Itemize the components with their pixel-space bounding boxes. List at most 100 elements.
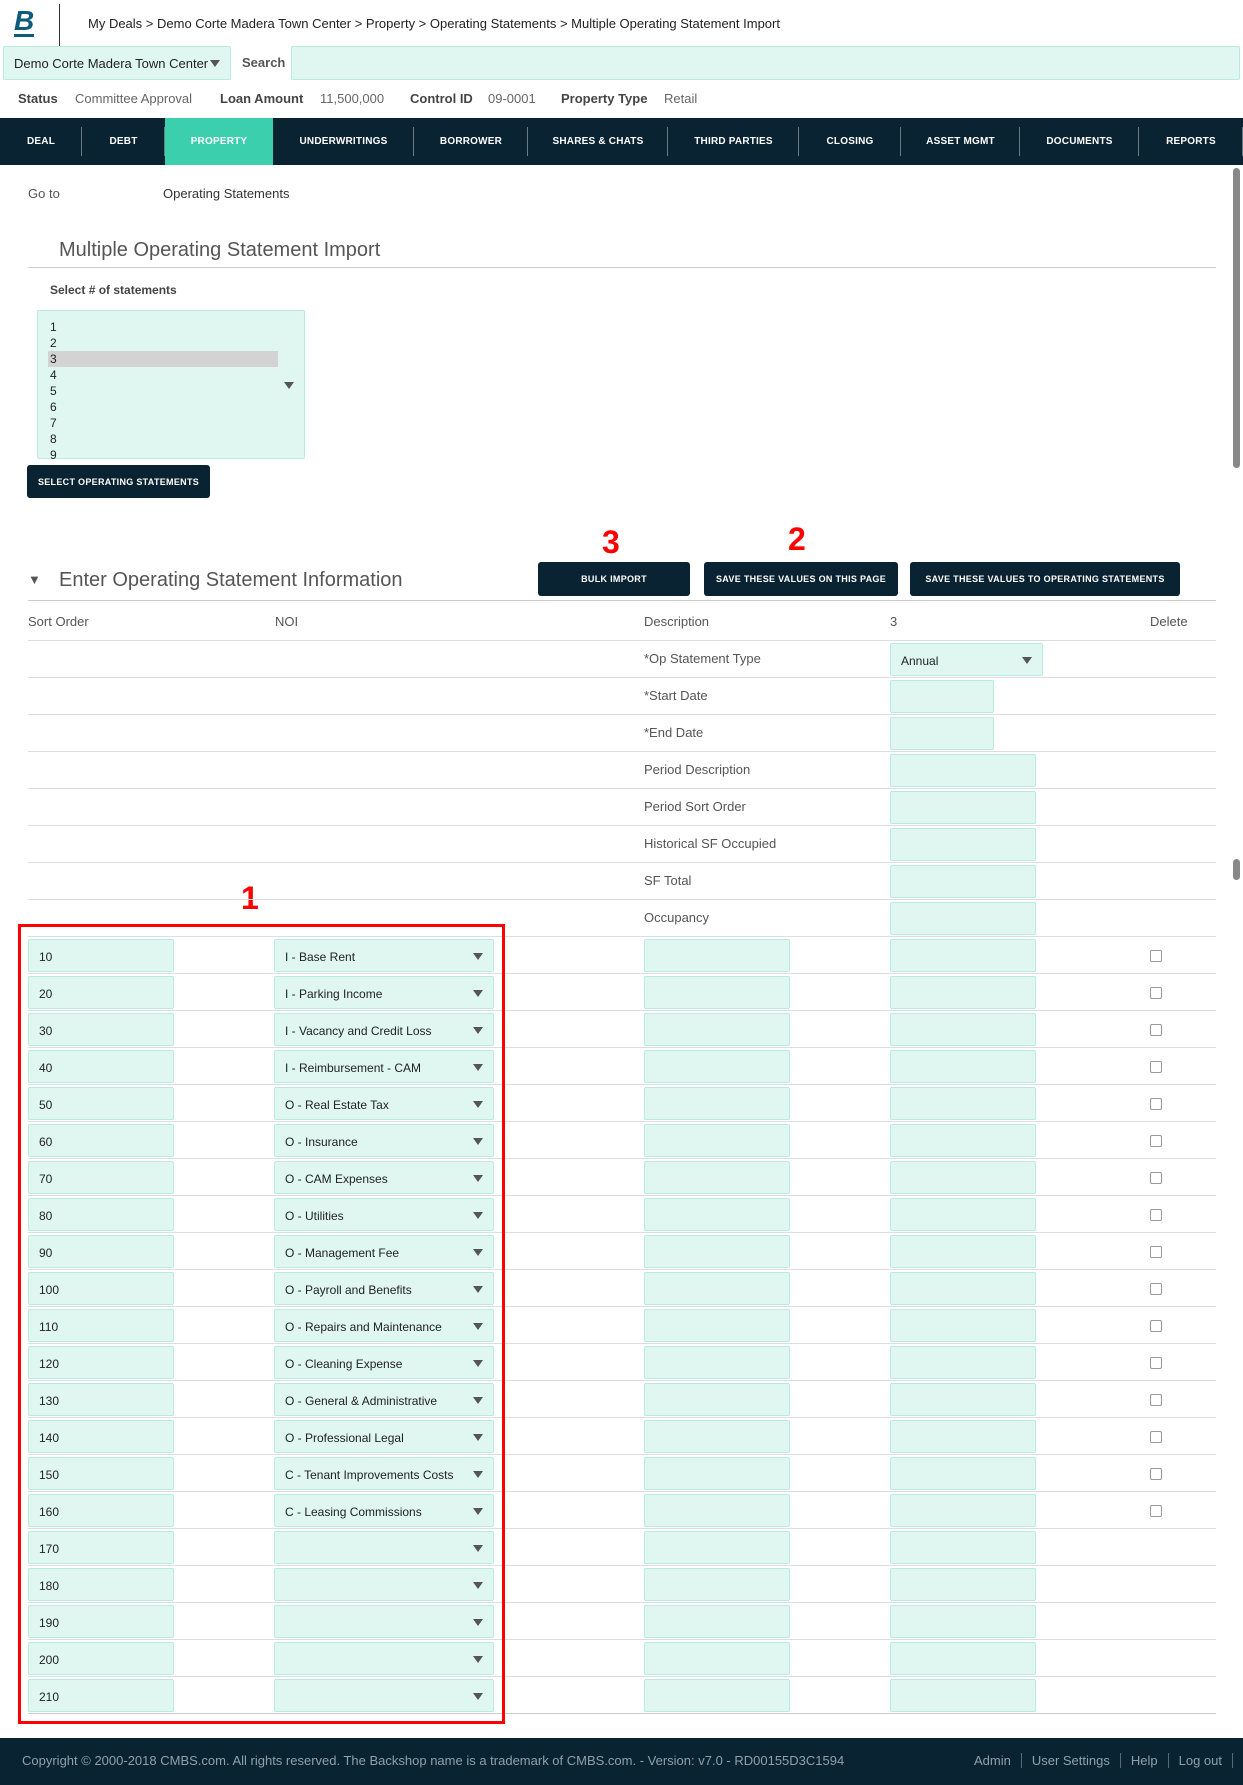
select-operating-statements-button[interactable]: SELECT OPERATING STATEMENTS	[27, 465, 210, 498]
delete-checkbox[interactable]	[1150, 1431, 1162, 1443]
meta-value-input[interactable]	[890, 791, 1036, 824]
delete-checkbox[interactable]	[1150, 1505, 1162, 1517]
listbox-option-8[interactable]: 8	[48, 431, 278, 447]
description-input[interactable]	[644, 939, 790, 972]
delete-checkbox[interactable]	[1150, 1283, 1162, 1295]
delete-checkbox[interactable]	[1150, 1394, 1162, 1406]
date-input[interactable]	[890, 680, 994, 713]
footer-link-help[interactable]: Help	[1121, 1753, 1169, 1768]
tab-closing[interactable]: CLOSING	[799, 118, 901, 165]
deal-select[interactable]: Demo Corte Madera Town Center	[3, 46, 231, 80]
description-input[interactable]	[644, 1568, 790, 1601]
description-input[interactable]	[644, 1494, 790, 1527]
description-input[interactable]	[644, 1050, 790, 1083]
op-statement-type-select[interactable]: Annual	[890, 643, 1043, 676]
statement-value-input[interactable]	[890, 1531, 1036, 1564]
listbox-option-6[interactable]: 6	[48, 399, 278, 415]
listbox-option-3[interactable]: 3	[48, 351, 278, 367]
listbox-option-5[interactable]: 5	[48, 383, 278, 399]
tab-documents[interactable]: DOCUMENTS	[1020, 118, 1139, 165]
backshop-logo[interactable]: B	[14, 7, 35, 37]
listbox-option-1[interactable]: 1	[48, 319, 278, 335]
footer-link-log-out[interactable]: Log out	[1169, 1753, 1233, 1768]
description-input[interactable]	[644, 1309, 790, 1342]
listbox-option-9[interactable]: 9	[48, 447, 278, 463]
footer-link-user-settings[interactable]: User Settings	[1022, 1753, 1121, 1768]
footer-link-admin[interactable]: Admin	[964, 1753, 1022, 1768]
description-input[interactable]	[644, 1531, 790, 1564]
statement-value-input[interactable]	[890, 1605, 1036, 1638]
statement-value-input[interactable]	[890, 1087, 1036, 1120]
statement-value-input[interactable]	[890, 939, 1036, 972]
statement-value-input[interactable]	[890, 1457, 1036, 1490]
tab-asset-mgmt[interactable]: ASSET MGMT	[901, 118, 1020, 165]
description-input[interactable]	[644, 1679, 790, 1712]
listbox-option-2[interactable]: 2	[48, 335, 278, 351]
description-input[interactable]	[644, 1124, 790, 1157]
statement-value-input[interactable]	[890, 1161, 1036, 1194]
statement-value-input[interactable]	[890, 1568, 1036, 1601]
delete-checkbox[interactable]	[1150, 1209, 1162, 1221]
description-input[interactable]	[644, 1605, 790, 1638]
description-input[interactable]	[644, 1161, 790, 1194]
statement-value-input[interactable]	[890, 1013, 1036, 1046]
save-values-page-button[interactable]: SAVE THESE VALUES ON THIS PAGE	[704, 562, 898, 596]
save-values-operating-statements-button[interactable]: SAVE THESE VALUES TO OPERATING STATEMENT…	[910, 562, 1180, 596]
statement-value-input[interactable]	[890, 1235, 1036, 1268]
description-input[interactable]	[644, 1642, 790, 1675]
description-input[interactable]	[644, 1457, 790, 1490]
delete-checkbox[interactable]	[1150, 1468, 1162, 1480]
delete-checkbox[interactable]	[1150, 1172, 1162, 1184]
description-input[interactable]	[644, 1272, 790, 1305]
meta-value-input[interactable]	[890, 902, 1036, 935]
statement-value-input[interactable]	[890, 1383, 1036, 1416]
listbox-option-7[interactable]: 7	[48, 415, 278, 431]
description-input[interactable]	[644, 976, 790, 1009]
delete-checkbox[interactable]	[1150, 1024, 1162, 1036]
meta-value-input[interactable]	[890, 754, 1036, 787]
collapse-triangle-icon[interactable]: ▼	[28, 572, 41, 587]
statement-value-input[interactable]	[890, 1494, 1036, 1527]
tab-debt[interactable]: DEBT	[82, 118, 165, 165]
meta-value-input[interactable]	[890, 865, 1036, 898]
statement-value-input[interactable]	[890, 1679, 1036, 1712]
meta-value-input[interactable]	[890, 828, 1036, 861]
bulk-import-button[interactable]: BULK IMPORT	[538, 562, 690, 596]
statement-value-input[interactable]	[890, 976, 1036, 1009]
listbox-option-4[interactable]: 4	[48, 367, 278, 383]
description-input[interactable]	[644, 1087, 790, 1120]
delete-checkbox[interactable]	[1150, 1135, 1162, 1147]
tab-borrower[interactable]: BORROWER	[414, 118, 528, 165]
breadcrumb[interactable]: My Deals > Demo Corte Madera Town Center…	[88, 16, 780, 31]
statement-value-input[interactable]	[890, 1124, 1036, 1157]
statement-value-input[interactable]	[890, 1198, 1036, 1231]
scrollbar-thumb[interactable]	[1233, 168, 1240, 468]
delete-checkbox[interactable]	[1150, 1357, 1162, 1369]
tab-third-parties[interactable]: THIRD PARTIES	[668, 118, 799, 165]
delete-checkbox[interactable]	[1150, 1061, 1162, 1073]
tab-deal[interactable]: DEAL	[0, 118, 82, 165]
tab-reports[interactable]: REPORTS	[1139, 118, 1243, 165]
delete-checkbox[interactable]	[1150, 1246, 1162, 1258]
description-input[interactable]	[644, 1235, 790, 1268]
description-input[interactable]	[644, 1346, 790, 1379]
delete-checkbox[interactable]	[1150, 987, 1162, 999]
statement-value-input[interactable]	[890, 1050, 1036, 1083]
statement-value-input[interactable]	[890, 1642, 1036, 1675]
date-input[interactable]	[890, 717, 994, 750]
statement-value-input[interactable]	[890, 1346, 1036, 1379]
tab-underwritings[interactable]: UNDERWRITINGS	[273, 118, 414, 165]
delete-checkbox[interactable]	[1150, 1098, 1162, 1110]
delete-checkbox[interactable]	[1150, 950, 1162, 962]
description-input[interactable]	[644, 1013, 790, 1046]
description-input[interactable]	[644, 1420, 790, 1453]
scrollbar-marker[interactable]	[1233, 859, 1240, 880]
search-input[interactable]	[291, 46, 1240, 80]
goto-link[interactable]: Operating Statements	[163, 186, 289, 201]
tab-shares-chats[interactable]: SHARES & CHATS	[528, 118, 668, 165]
statement-count-listbox[interactable]: 123456789	[37, 310, 305, 462]
description-input[interactable]	[644, 1198, 790, 1231]
description-input[interactable]	[644, 1383, 790, 1416]
statement-value-input[interactable]	[890, 1309, 1036, 1342]
statement-value-input[interactable]	[890, 1272, 1036, 1305]
